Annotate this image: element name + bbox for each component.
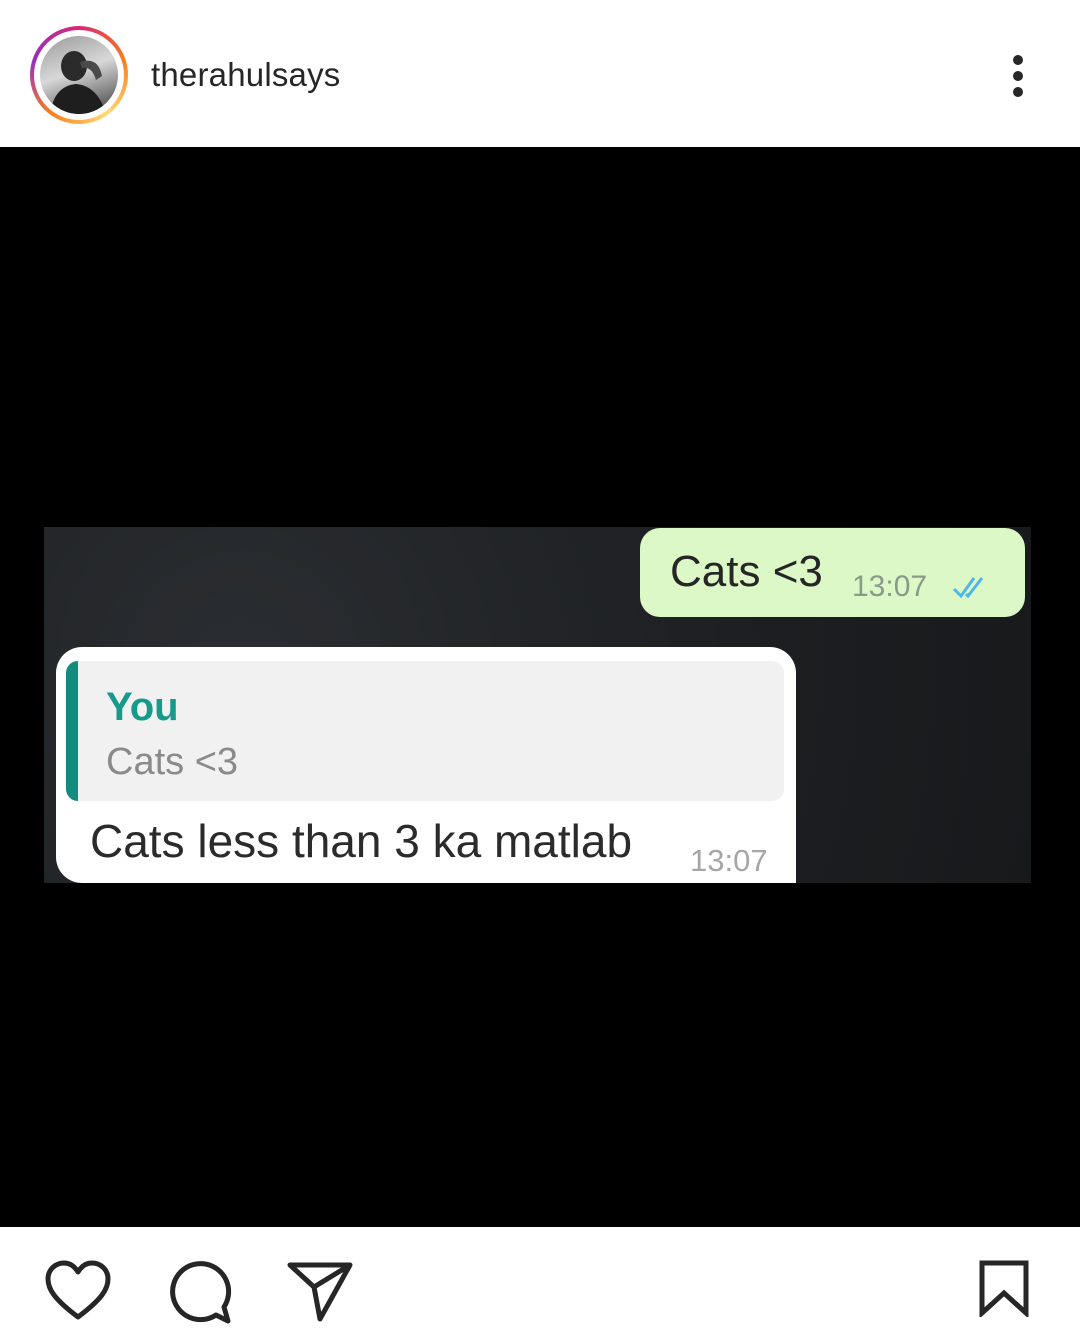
heart-icon[interactable] [44,1259,112,1323]
dot [1013,71,1023,81]
more-options-icon[interactable] [998,50,1038,102]
incoming-message-bubble: You Cats <3 Cats less than 3 ka matlab 1… [56,647,796,883]
post-actions-bar [0,1227,1080,1343]
profile-photo-icon [50,51,106,114]
quote-author: You [106,685,179,729]
outgoing-message-time: 13:07 [852,570,928,603]
send-icon[interactable] [286,1261,354,1323]
double-check-icon [952,577,984,599]
avatar-ring-gap [34,30,124,120]
avatar-image [40,36,118,114]
post-image[interactable]: Cats <3 13:07 You Cats <3 Cats less than… [0,147,1080,1227]
outgoing-message-bubble: Cats <3 13:07 [640,528,1025,617]
username[interactable]: therahulsays [151,56,341,94]
bookmark-icon[interactable] [976,1259,1032,1317]
quoted-message[interactable]: You Cats <3 [66,661,784,801]
dot [1013,55,1023,65]
quote-accent-bar [66,661,78,801]
avatar[interactable] [30,26,128,124]
chat-screenshot: Cats <3 13:07 You Cats <3 Cats less than… [44,527,1031,883]
dot [1013,87,1023,97]
quote-text: Cats <3 [106,741,239,783]
post-header: therahulsays [0,0,1080,147]
comment-icon[interactable] [166,1259,234,1325]
incoming-message-text: Cats less than 3 ka matlab [90,815,633,867]
outgoing-message-text: Cats <3 [670,547,823,596]
incoming-message-time: 13:07 [690,843,768,878]
